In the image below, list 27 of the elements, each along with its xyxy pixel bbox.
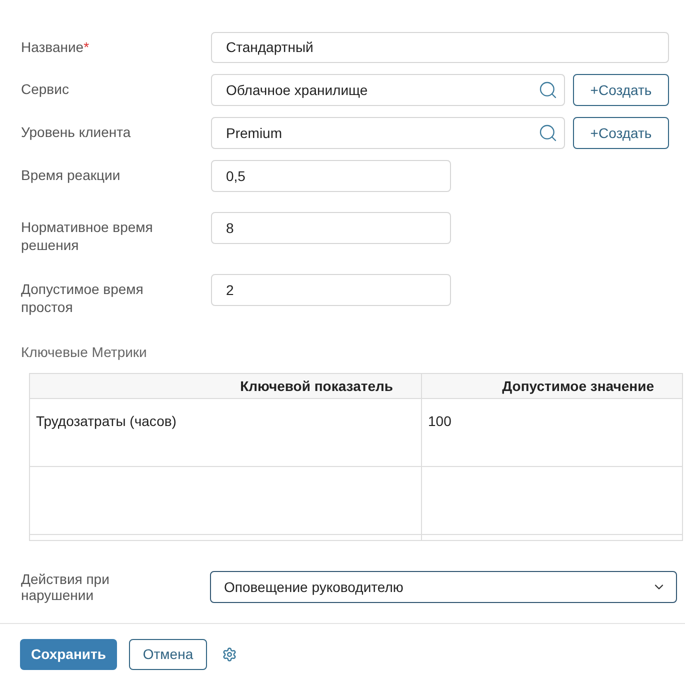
select-field[interactable]: Оповещение руководителю <box>210 571 677 603</box>
search-icon[interactable] <box>538 123 558 143</box>
number-field[interactable]: 8 <box>211 212 451 244</box>
save-button[interactable]: Сохранить <box>20 639 117 670</box>
field-label: Время реакции <box>21 166 120 184</box>
table-cell: Трудозатраты (часов) <box>36 413 176 429</box>
field-label: Сервис <box>21 80 69 98</box>
field-label: Уровень клиента <box>21 123 131 141</box>
field-label: Действия при нарушении <box>21 571 110 603</box>
field-label: Название <box>21 38 84 56</box>
table-cell: 100 <box>428 413 452 429</box>
lookup-field[interactable]: Облачное хранилище <box>211 74 565 106</box>
lookup-field[interactable]: Premium <box>211 117 565 149</box>
number-field[interactable]: 2 <box>211 274 451 306</box>
text-field[interactable]: Стандартный <box>211 32 669 63</box>
number-field[interactable]: 0,5 <box>211 160 451 192</box>
field-label: Допустимое время простоя <box>21 280 144 316</box>
section-title: Ключевые Метрики <box>21 343 147 362</box>
create-button[interactable]: +Создать <box>573 74 669 106</box>
column-header: Ключевой показатель <box>30 374 422 398</box>
column-header: Допустимое значение <box>501 377 655 396</box>
create-button[interactable]: +Создать <box>573 117 669 149</box>
settings-icon[interactable] <box>222 647 237 662</box>
field-label: Нормативное время решения <box>21 218 154 254</box>
required-mark: * <box>84 39 90 55</box>
search-icon[interactable] <box>538 80 558 100</box>
cancel-button[interactable]: Отмена <box>129 639 207 670</box>
